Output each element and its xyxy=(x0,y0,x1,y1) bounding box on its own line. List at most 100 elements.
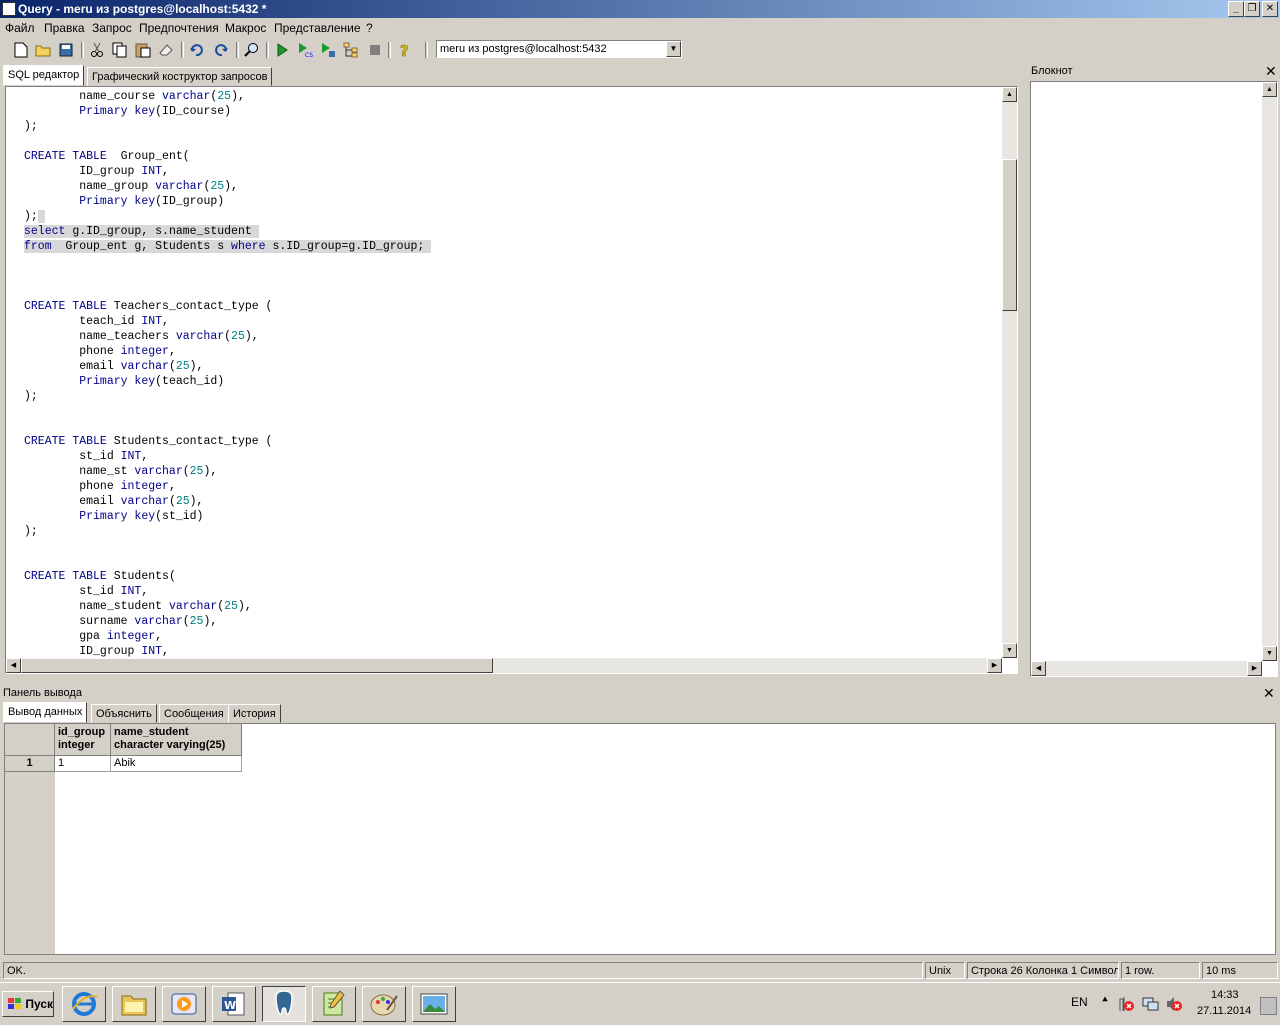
code-area[interactable]: name_course varchar(25), Primary key(ID_… xyxy=(6,87,1002,658)
scroll-left-icon[interactable]: ◀ xyxy=(6,658,21,673)
code-line[interactable]: ); xyxy=(24,389,38,404)
taskbar-explorer-icon[interactable] xyxy=(112,986,156,1022)
code-line[interactable]: Primary key(ID_group) xyxy=(24,194,224,209)
code-line[interactable]: Primary key(ID_course) xyxy=(24,104,231,119)
tab-sql-editor[interactable]: SQL редактор xyxy=(3,65,85,86)
undo-icon[interactable] xyxy=(188,41,206,59)
scroll-left-icon[interactable]: ◀ xyxy=(1031,661,1046,676)
code-line[interactable]: name_teachers varchar(25), xyxy=(24,329,258,344)
help-icon[interactable]: ? xyxy=(396,41,414,59)
output-close-icon[interactable]: ✕ xyxy=(1263,685,1275,702)
code-line[interactable]: CREATE TABLE Students( xyxy=(24,569,176,584)
execute-icon[interactable] xyxy=(273,41,291,59)
scroll-down-icon[interactable]: ▼ xyxy=(1002,643,1017,658)
scroll-down-icon[interactable]: ▼ xyxy=(1262,646,1277,661)
explain-icon[interactable] xyxy=(342,41,360,59)
data-grid[interactable]: id_group integer name_student character … xyxy=(4,723,1276,955)
code-line[interactable]: CREATE TABLE Group_ent( xyxy=(24,149,190,164)
code-line[interactable]: email varchar(25), xyxy=(24,494,203,509)
network-icon[interactable] xyxy=(1142,995,1160,1016)
minimize-button[interactable]: _ xyxy=(1228,1,1244,17)
code-line[interactable]: CREATE TABLE Students_contact_type ( xyxy=(24,434,272,449)
find-icon[interactable] xyxy=(243,41,261,59)
code-line[interactable]: select g.ID_group, s.name_student xyxy=(24,224,259,239)
code-line[interactable]: Primary key(st_id) xyxy=(24,509,203,524)
scroll-right-icon[interactable]: ▶ xyxy=(987,658,1002,673)
notepad-close-icon[interactable]: ✕ xyxy=(1265,63,1277,80)
paste-icon[interactable] xyxy=(134,41,152,59)
execute-pgscript-icon[interactable] xyxy=(319,41,337,59)
volume-muted-icon[interactable] xyxy=(1165,995,1183,1016)
editor-vertical-thumb[interactable] xyxy=(1002,159,1017,311)
show-desktop-button[interactable] xyxy=(1260,997,1277,1015)
code-line[interactable]: teach_id INT, xyxy=(24,314,169,329)
code-line[interactable]: gpa integer, xyxy=(24,629,162,644)
eraser-icon[interactable] xyxy=(157,41,175,59)
menu-query[interactable]: Запрос xyxy=(92,21,132,35)
tab-data-output[interactable]: Вывод данных xyxy=(3,702,88,723)
editor-horizontal-thumb[interactable] xyxy=(21,658,493,673)
code-line[interactable]: ); xyxy=(24,119,38,134)
scroll-up-icon[interactable]: ▲ xyxy=(1002,87,1017,102)
start-button[interactable]: Пуск xyxy=(2,991,54,1017)
code-line[interactable]: surname varchar(25), xyxy=(24,614,217,629)
sql-editor[interactable]: name_course varchar(25), Primary key(ID_… xyxy=(5,86,1018,674)
show-hidden-icons-icon[interactable]: ⯅ xyxy=(1101,995,1109,1006)
code-line[interactable]: name_student varchar(25), xyxy=(24,599,252,614)
table-cell[interactable]: Abik xyxy=(111,756,242,772)
clock-time[interactable]: 14:33 xyxy=(1211,989,1239,1001)
notepad-textarea[interactable]: ▲ ▼ ◀ ▶ xyxy=(1030,81,1278,677)
copy-icon[interactable] xyxy=(111,41,129,59)
open-folder-icon[interactable] xyxy=(34,41,52,59)
cut-icon[interactable] xyxy=(88,41,106,59)
close-button[interactable]: ✕ xyxy=(1262,1,1278,17)
save-icon[interactable] xyxy=(57,41,75,59)
editor-horizontal-scrollbar[interactable]: ◀ ▶ xyxy=(6,658,1002,673)
tab-explain[interactable]: Объяснить xyxy=(91,704,157,723)
code-line[interactable]: ); xyxy=(24,524,38,539)
code-line[interactable]: phone integer, xyxy=(24,344,176,359)
taskbar-pgadmin-icon[interactable] xyxy=(262,986,306,1022)
column-header-name-student[interactable]: name_student character varying(25) xyxy=(111,724,242,756)
code-line[interactable]: name_course varchar(25), xyxy=(24,89,245,104)
grid-corner[interactable] xyxy=(5,724,55,756)
code-line[interactable]: name_st varchar(25), xyxy=(24,464,217,479)
execute-to-file-icon[interactable]: CS xyxy=(296,41,314,59)
menu-view[interactable]: Представление xyxy=(274,21,361,35)
code-line[interactable]: ID_group INT, xyxy=(24,164,169,179)
code-line[interactable]: ); xyxy=(24,209,45,224)
code-line[interactable]: st_id INT, xyxy=(24,449,148,464)
language-indicator[interactable]: EN xyxy=(1071,995,1088,1009)
code-line[interactable]: Primary key(teach_id) xyxy=(24,374,224,389)
menu-preferences[interactable]: Предпочтения xyxy=(139,21,219,35)
taskbar-photo-viewer-icon[interactable] xyxy=(412,986,456,1022)
taskbar-notepadpp-icon[interactable] xyxy=(312,986,356,1022)
taskbar-internet-explorer-icon[interactable] xyxy=(62,986,106,1022)
code-line[interactable]: from Group_ent g, Students s where s.ID_… xyxy=(24,239,432,254)
code-line[interactable]: ID_group INT, xyxy=(24,644,169,658)
scroll-right-icon[interactable]: ▶ xyxy=(1247,661,1262,676)
scroll-up-icon[interactable]: ▲ xyxy=(1262,82,1277,97)
new-file-icon[interactable] xyxy=(12,41,30,59)
menu-macros[interactable]: Макрос xyxy=(225,21,266,35)
taskbar-paint-icon[interactable] xyxy=(362,986,406,1022)
menu-help[interactable]: ? xyxy=(366,21,373,35)
code-line[interactable]: email varchar(25), xyxy=(24,359,203,374)
code-line[interactable]: name_group varchar(25), xyxy=(24,179,238,194)
redo-icon[interactable] xyxy=(212,41,230,59)
taskbar-media-player-icon[interactable] xyxy=(162,986,206,1022)
code-line[interactable]: CREATE TABLE Teachers_contact_type ( xyxy=(24,299,272,314)
clock-date[interactable]: 27.11.2014 xyxy=(1197,1005,1251,1017)
menu-edit[interactable]: Правка xyxy=(44,21,85,35)
table-cell[interactable]: 1 xyxy=(55,756,111,772)
editor-vertical-scrollbar[interactable]: ▲ ▼ xyxy=(1002,87,1017,658)
notepad-vertical-scrollbar[interactable]: ▲ ▼ xyxy=(1262,82,1277,661)
code-line[interactable]: st_id INT, xyxy=(24,584,148,599)
tab-graphical-builder[interactable]: Графический коструктор запросов xyxy=(87,67,273,86)
row-number[interactable]: 1 xyxy=(5,756,55,772)
column-header-id-group[interactable]: id_group integer xyxy=(55,724,111,756)
connection-select[interactable]: meru из postgres@localhost:5432 ▼ xyxy=(436,40,682,58)
menu-file[interactable]: Файл xyxy=(5,21,35,35)
maximize-button[interactable]: ❐ xyxy=(1244,1,1260,17)
tab-messages[interactable]: Сообщения xyxy=(159,704,229,723)
